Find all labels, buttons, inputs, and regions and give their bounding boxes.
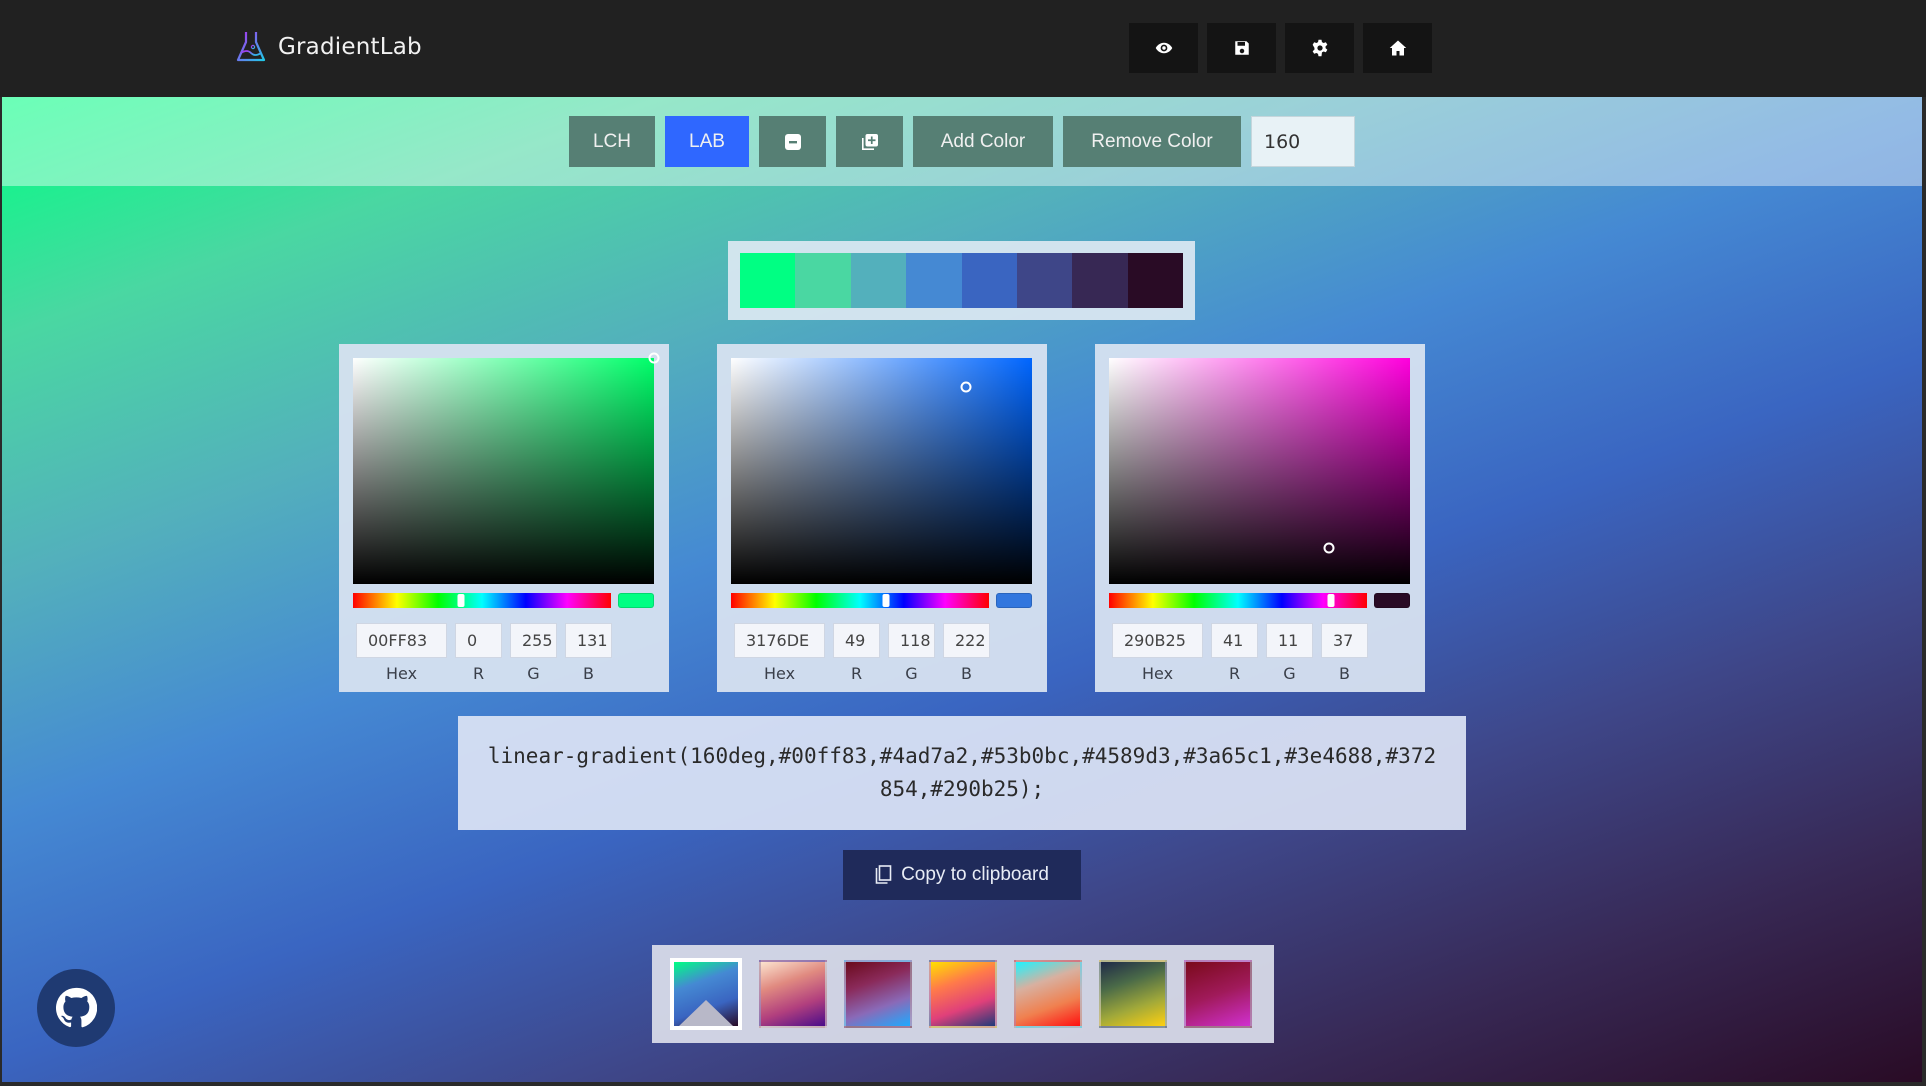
selected-indicator-icon — [679, 1000, 733, 1026]
github-link[interactable] — [37, 969, 115, 1047]
blue-label: B — [1339, 664, 1350, 683]
duplicate-stop-button[interactable] — [836, 116, 903, 167]
lab-mode-button[interactable]: LAB — [665, 116, 749, 167]
saturation-value-area[interactable] — [1109, 358, 1410, 584]
color-preview — [996, 593, 1032, 608]
hex-field[interactable]: 290B25 — [1112, 623, 1203, 658]
hue-slider[interactable] — [1109, 593, 1367, 608]
color-picker: 3176DE 49 118 222 Hex R G B — [717, 344, 1047, 692]
remove-stop-button[interactable] — [759, 116, 826, 167]
gear-icon — [1312, 39, 1327, 57]
palette-swatch[interactable] — [795, 253, 851, 308]
palette-swatch[interactable] — [740, 253, 796, 308]
palette-swatches — [728, 241, 1195, 320]
red-label: R — [1228, 664, 1241, 683]
red-field[interactable]: 0 — [455, 623, 502, 658]
preset-gradient[interactable] — [1099, 960, 1167, 1028]
copy-to-clipboard-button[interactable]: Copy to clipboard — [843, 850, 1081, 900]
hex-label: Hex — [385, 664, 418, 683]
green-label: G — [527, 664, 540, 683]
toolbar: LCH LAB Add Color Remove Color — [2, 97, 1922, 186]
hue-slider[interactable] — [731, 593, 989, 608]
red-field[interactable]: 41 — [1211, 623, 1258, 658]
blue-field[interactable]: 222 — [943, 623, 990, 658]
hue-slider-knob[interactable] — [457, 594, 465, 607]
saturation-handle[interactable] — [1323, 542, 1335, 554]
saturation-value-area[interactable] — [731, 358, 1032, 584]
app-title: GradientLab — [278, 34, 422, 60]
save-button[interactable] — [1207, 23, 1276, 73]
app-header: GradientLab — [0, 0, 1926, 97]
home-icon — [1389, 40, 1406, 56]
saturation-handle[interactable] — [648, 352, 660, 364]
css-output-text[interactable]: linear-gradient(160deg,#00ff83,#4ad7a2,#… — [482, 740, 1442, 806]
preset-gradient[interactable] — [759, 960, 827, 1028]
saturation-value-area[interactable] — [353, 352, 660, 584]
css-output: linear-gradient(160deg,#00ff83,#4ad7a2,#… — [458, 716, 1466, 830]
settings-button[interactable] — [1285, 23, 1354, 73]
preset-gradient[interactable] — [1014, 960, 1082, 1028]
hex-field[interactable]: 00FF83 — [356, 623, 447, 658]
app-logo[interactable]: GradientLab — [236, 27, 422, 67]
hex-label: Hex — [1141, 664, 1174, 683]
preset-gradient[interactable] — [929, 960, 997, 1028]
preset-gradient[interactable] — [1184, 960, 1252, 1028]
eye-icon — [1155, 42, 1172, 54]
palette-swatch[interactable] — [850, 253, 907, 308]
angle-input[interactable] — [1251, 116, 1355, 167]
hue-slider-knob[interactable] — [1327, 594, 1335, 607]
color-picker: 00FF83 0 255 131 Hex R G B — [339, 344, 669, 692]
green-field[interactable]: 11 — [1266, 623, 1313, 658]
palette-swatch[interactable] — [1072, 253, 1128, 308]
remove-color-button[interactable]: Remove Color — [1063, 116, 1241, 167]
floppy-disk-icon — [1234, 41, 1249, 55]
color-preview — [1374, 593, 1410, 608]
flask-icon — [236, 32, 266, 62]
home-button[interactable] — [1363, 23, 1432, 73]
gradient-canvas: LCH LAB Add Color Remove Color 00FF83 0 … — [2, 97, 1922, 1082]
saturation-handle[interactable] — [960, 381, 972, 393]
copy-to-clipboard-label: Copy to clipboard — [901, 864, 1049, 885]
lch-mode-button[interactable]: LCH — [569, 116, 655, 167]
blue-field[interactable]: 131 — [565, 623, 612, 658]
hue-slider[interactable] — [353, 593, 611, 608]
blue-label: B — [961, 664, 972, 683]
green-label: G — [1283, 664, 1296, 683]
palette-swatch[interactable] — [1016, 253, 1073, 308]
hex-field[interactable]: 3176DE — [734, 623, 825, 658]
red-label: R — [472, 664, 485, 683]
green-field[interactable]: 118 — [888, 623, 935, 658]
palette-swatch[interactable] — [961, 253, 1017, 308]
copy-icon — [875, 865, 892, 884]
header-actions — [1129, 23, 1432, 73]
color-preview — [618, 593, 654, 608]
palette-swatch[interactable] — [906, 253, 962, 308]
color-picker: 290B25 41 11 37 Hex R G B — [1095, 344, 1425, 692]
copy-plus-icon — [861, 133, 878, 150]
hue-slider-knob[interactable] — [882, 594, 890, 607]
preset-gradient-selected[interactable] — [670, 958, 742, 1030]
github-icon — [55, 987, 97, 1028]
preset-gradients — [652, 945, 1274, 1043]
red-field[interactable]: 49 — [833, 623, 880, 658]
green-field[interactable]: 255 — [510, 623, 557, 658]
preview-button[interactable] — [1129, 23, 1198, 73]
preset-gradient[interactable] — [844, 960, 912, 1028]
minus-square-icon — [784, 133, 801, 150]
red-label: R — [850, 664, 863, 683]
add-color-button[interactable]: Add Color — [913, 116, 1053, 167]
blue-field[interactable]: 37 — [1321, 623, 1368, 658]
palette-swatch[interactable] — [1127, 253, 1183, 308]
blue-label: B — [583, 664, 594, 683]
green-label: G — [905, 664, 918, 683]
hex-label: Hex — [763, 664, 796, 683]
